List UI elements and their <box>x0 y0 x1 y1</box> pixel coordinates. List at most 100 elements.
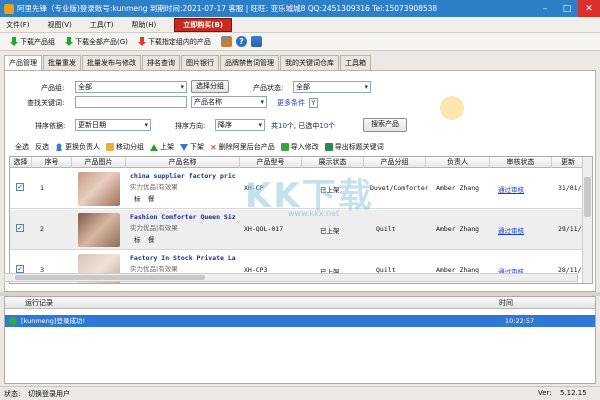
import-edit-button[interactable]: 导入修改 <box>280 142 319 152</box>
row-checkbox[interactable]: ✓ <box>16 224 24 232</box>
product-tag[interactable]: 餐 <box>148 234 155 244</box>
updated-date: 31/01/2 <box>558 184 584 192</box>
product-brand: 实力优品|有效果 <box>130 265 178 273</box>
watermark-url: www.kkx.net <box>288 209 340 218</box>
list-on-button[interactable]: 上架 <box>150 142 174 152</box>
invert-selection-button[interactable]: 反选 <box>35 142 49 152</box>
product-name[interactable]: Factory In Stock Private La <box>130 254 240 262</box>
list-off-button[interactable]: 下架 <box>180 142 204 152</box>
menu-help[interactable]: 帮助(H) <box>132 20 157 30</box>
product-count: 共10个, 已选中10个 <box>271 122 336 130</box>
product-model: XH-QOL-017 <box>244 225 284 233</box>
download-arrow-icon <box>137 37 146 46</box>
audit-status-link[interactable]: 通过审核 <box>498 184 524 194</box>
tab-batch-repost[interactable]: 批量重发 <box>43 55 81 70</box>
tab-banned-words[interactable]: 品牌禁售词管理 <box>220 55 279 70</box>
maximize-icon[interactable]: □ <box>556 0 578 17</box>
tab-toolbox[interactable]: 工具箱 <box>340 55 371 70</box>
product-tag[interactable]: 标 <box>134 234 141 244</box>
direction-select[interactable]: 降序 <box>215 119 265 131</box>
product-group: Duvet/Comforter <box>370 184 428 192</box>
row-checkbox[interactable]: ✓ <box>16 265 24 273</box>
tab-ranking[interactable]: 排名查询 <box>142 55 180 70</box>
product-tag[interactable]: 标 <box>134 193 141 203</box>
users-icon[interactable] <box>250 36 262 47</box>
tools-icon[interactable] <box>220 36 232 47</box>
direction-label: 排序方向: <box>175 122 206 130</box>
cursor-highlight <box>440 96 464 120</box>
log-entry-text: [kunmeng]登录成功! <box>21 317 86 325</box>
close-icon[interactable]: ✕ <box>578 0 600 17</box>
version-label: Ver: <box>538 389 552 397</box>
row-index: 1 <box>40 184 45 192</box>
window-controls: – □ ✕ <box>534 0 600 17</box>
download-arrow-icon <box>65 37 73 46</box>
table-header: 选择 序号 产品图片 产品名称 产品型号 展示状态 产品分组 负责人 审核状态 … <box>10 157 592 168</box>
col-select[interactable]: 选择 <box>10 157 32 168</box>
export-icon <box>324 143 333 151</box>
keyword-input[interactable] <box>75 96 187 108</box>
tab-image-bank[interactable]: 图片银行 <box>181 55 219 70</box>
log-entry[interactable]: [kunmeng]登录成功! 10:22:57 <box>5 315 595 327</box>
product-image[interactable] <box>78 172 120 206</box>
product-owner: Amber Zhang <box>436 225 480 233</box>
delete-icon: ✕ <box>210 142 217 152</box>
delete-products-button[interactable]: ✕ 删除阿里后台产品 <box>210 142 275 152</box>
product-name[interactable]: Fashion Comforter Queen Siz <box>130 213 240 221</box>
tab-keyword-store[interactable]: 我的关键词仓库 <box>280 55 339 70</box>
download-selected-group-button[interactable]: 下载指定组内的产品 <box>137 37 211 47</box>
filter-icon: Y <box>309 98 318 108</box>
menu-view[interactable]: 视图(V) <box>48 20 72 30</box>
download-group-button[interactable]: 下载产品组 <box>10 37 55 47</box>
row-checkbox[interactable]: ✓ <box>16 183 24 191</box>
col-display-status[interactable]: 展示状态 <box>302 157 364 168</box>
tab-batch-publish[interactable]: 批量发布与修改 <box>82 55 141 70</box>
log-col-record[interactable]: 运行记录 <box>25 297 53 309</box>
run-log-panel: 运行记录 时间 [kunmeng]登录成功! 10:22:57 <box>4 296 596 384</box>
minimize-icon[interactable]: – <box>534 0 556 17</box>
tab-product-management[interactable]: 产品管理 <box>4 55 42 71</box>
scrollbar-thumb[interactable] <box>15 275 205 280</box>
select-all-button[interactable]: 全选 <box>15 142 29 152</box>
scrollbar-thumb[interactable] <box>584 177 591 217</box>
folder-icon <box>106 143 114 151</box>
product-image[interactable] <box>78 213 120 247</box>
change-owner-button[interactable]: 更换负责人 <box>55 142 100 152</box>
group-select[interactable]: 全部 <box>75 81 187 93</box>
col-updated[interactable]: 更新 <box>552 157 584 168</box>
col-name[interactable]: 产品名称 <box>126 157 240 168</box>
col-group[interactable]: 产品分组 <box>364 157 426 168</box>
export-keywords-button[interactable]: 导出标题关键词 <box>324 142 384 152</box>
select-group-button[interactable]: 选择分组 <box>191 80 229 93</box>
status-label: 产品状态: <box>253 84 284 92</box>
download-all-button[interactable]: 下载全部产品(G) <box>65 37 128 47</box>
help-icon[interactable]: ? <box>235 36 247 47</box>
product-tag[interactable]: 餐 <box>148 193 155 203</box>
field-select[interactable]: 产品名称 <box>191 96 267 108</box>
col-audit[interactable]: 审核状态 <box>490 157 552 168</box>
arrow-down-icon <box>180 143 188 151</box>
product-name[interactable]: china supplier factory pric <box>130 172 240 180</box>
buy-now-button[interactable]: 立即购买(B) <box>174 17 232 32</box>
audit-status-link[interactable]: 通过审核 <box>498 225 524 235</box>
toolbar: 下载产品组 下载全部产品(G) 下载指定组内的产品 ? <box>0 33 600 51</box>
log-col-time[interactable]: 时间 <box>499 297 513 309</box>
col-owner[interactable]: 负责人 <box>426 157 490 168</box>
status-select[interactable]: 全部 <box>293 81 371 93</box>
product-brand: 实力优品|有效果 <box>130 183 178 191</box>
menu-tools[interactable]: 工具(T) <box>90 20 114 30</box>
col-model[interactable]: 产品型号 <box>240 157 302 168</box>
menu-file[interactable]: 文件(F) <box>6 20 30 30</box>
success-icon <box>9 317 17 325</box>
table-horizontal-scrollbar[interactable] <box>4 273 578 282</box>
sort-select[interactable]: 更新日期 <box>75 119 151 131</box>
table-vertical-scrollbar[interactable] <box>582 157 592 283</box>
move-group-button[interactable]: 移动分组 <box>106 142 144 152</box>
display-status: 已上架 <box>320 227 340 235</box>
col-image[interactable]: 产品图片 <box>72 157 126 168</box>
col-index[interactable]: 序号 <box>32 157 72 168</box>
search-products-button[interactable]: 搜索产品 <box>363 118 407 132</box>
more-conditions-link[interactable]: 更多条件 Y <box>277 98 318 108</box>
log-header: 运行记录 时间 <box>5 297 595 309</box>
status-label: 状态: <box>4 390 21 398</box>
